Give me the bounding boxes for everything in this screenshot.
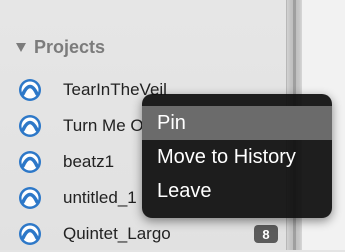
- menu-item-move-to-history[interactable]: Move to History: [142, 140, 332, 174]
- project-context-menu: Pin Move to History Leave: [142, 94, 332, 218]
- project-item-label: Quintet_Largo: [63, 224, 171, 243]
- project-item-label: Turn Me On: [63, 116, 154, 135]
- menu-item-pin[interactable]: Pin: [142, 106, 332, 140]
- unread-count-badge: 8: [254, 225, 278, 243]
- projects-section-header[interactable]: Projects: [16, 37, 105, 57]
- project-logo-icon: [19, 151, 41, 173]
- menu-item-leave[interactable]: Leave: [142, 174, 332, 208]
- project-logo-icon: [19, 187, 41, 209]
- project-item-label: untitled_1: [63, 188, 137, 207]
- project-logo-icon: [19, 79, 41, 101]
- project-logo-icon: [19, 223, 41, 245]
- projects-section-title: Projects: [34, 36, 106, 57]
- project-item[interactable]: Quintet_Largo 8: [0, 216, 288, 252]
- project-item-label: beatz1: [63, 152, 115, 171]
- project-logo-icon: [19, 115, 41, 137]
- disclosure-triangle-icon[interactable]: [16, 42, 26, 52]
